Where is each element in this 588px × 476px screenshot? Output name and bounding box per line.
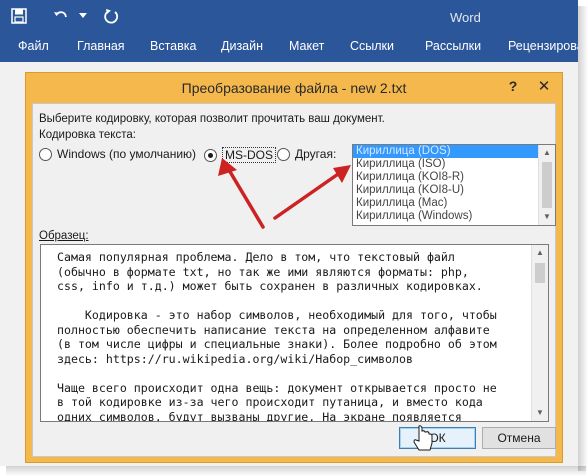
tab-review[interactable]: Рецензирова xyxy=(508,39,584,53)
word-ribbon: Word Файл Главная Вставка Дизайн Макет С… xyxy=(0,0,584,62)
radio-windows[interactable]: Windows (по умолчанию) xyxy=(39,147,196,161)
radio-other[interactable]: Другая: xyxy=(277,147,336,161)
scroll-up-icon[interactable]: ▲ xyxy=(532,245,548,261)
redo-icon[interactable] xyxy=(100,6,122,26)
sample-label: Образец: xyxy=(39,230,89,242)
sample-line xyxy=(57,366,527,381)
tab-insert[interactable]: Вставка xyxy=(150,39,196,53)
tab-design[interactable]: Дизайн xyxy=(221,39,263,53)
scroll-thumb[interactable] xyxy=(535,263,545,283)
dialog-body: Выберите кодировку, которая позволит про… xyxy=(32,103,556,457)
sample-preview[interactable]: Самая популярная проблема. Дело в том, ч… xyxy=(40,244,549,422)
help-button[interactable]: ? xyxy=(504,78,522,96)
sample-line: одних символов, будут вызваны другие. На… xyxy=(57,409,462,422)
radio-label: Другая: xyxy=(295,147,337,161)
sample-line: Кодировка - это набор символов, необходи… xyxy=(57,308,497,322)
app-title: Word xyxy=(450,10,481,25)
radio-label: Windows (по умолчанию) xyxy=(57,147,197,161)
screenshot-shadow-bottom xyxy=(6,466,586,476)
scroll-thumb[interactable] xyxy=(542,162,552,208)
cancel-button[interactable]: Отмена xyxy=(482,427,556,449)
sample-line: полностью обеспечить написание текста на… xyxy=(57,322,490,337)
sample-scrollbar[interactable]: ▲ ▼ xyxy=(531,245,548,421)
tab-mailings[interactable]: Рассылки xyxy=(425,39,481,53)
radio-button[interactable] xyxy=(277,147,290,161)
scroll-up-icon[interactable]: ▲ xyxy=(539,145,555,161)
sample-line: Самая популярная проблема. Дело в том, ч… xyxy=(57,250,455,264)
sample-line: здесь: https://ru.wikipedia.org/wiki/Наб… xyxy=(57,351,413,366)
tab-file[interactable]: Файл xyxy=(18,39,49,53)
encoding-listbox[interactable]: Кириллица (DOS) Кириллица (ISO) Кириллиц… xyxy=(352,144,556,226)
radio-button-checked[interactable] xyxy=(204,148,217,162)
sample-text: Самая популярная проблема. Дело в том, ч… xyxy=(57,250,527,422)
sample-label-text: Образец: xyxy=(39,230,89,242)
encoding-label: Кодировка текста: xyxy=(39,129,136,141)
scroll-down-icon[interactable]: ▼ xyxy=(532,405,548,421)
encoding-option[interactable]: Кириллица (ISO) xyxy=(353,158,555,171)
screenshot-shadow-right xyxy=(578,6,588,471)
encoding-option[interactable]: Кириллица (Mac) xyxy=(353,197,555,210)
instruction-text: Выберите кодировку, которая позволит про… xyxy=(39,113,385,125)
undo-icon[interactable] xyxy=(50,6,72,26)
sample-line: css, info и т.д.) может быть сохранен в … xyxy=(57,279,483,293)
tab-layout[interactable]: Макет xyxy=(289,39,324,53)
sample-line xyxy=(57,294,527,309)
file-conversion-dialog: Преобразование файла - new 2.txt ? ✕ Выб… xyxy=(25,72,563,463)
dialog-title: Преобразование файла - new 2.txt xyxy=(181,80,407,96)
dialog-titlebar[interactable]: Преобразование файла - new 2.txt ? ✕ xyxy=(26,73,562,103)
listbox-scrollbar[interactable]: ▲ ▼ xyxy=(538,145,555,225)
undo-dropdown-icon[interactable] xyxy=(78,6,88,26)
encoding-option[interactable]: Кириллица (Windows) xyxy=(353,210,555,223)
sample-line: (обычно в формате txt, но так же ими явл… xyxy=(57,264,469,279)
save-icon[interactable] xyxy=(8,6,30,26)
tab-home[interactable]: Главная xyxy=(77,39,125,53)
quick-access-toolbar xyxy=(8,6,122,26)
encoding-option[interactable]: Кириллица (KOI8-R) xyxy=(353,171,555,184)
encoding-option[interactable]: Кириллица (KOI8-U) xyxy=(353,184,555,197)
sample-line: Чаще всего происходит одна вещь: докумен… xyxy=(57,380,497,395)
scroll-down-icon[interactable]: ▼ xyxy=(539,209,555,225)
sample-line: (в том числе цифры и специальные знаки).… xyxy=(57,337,497,351)
radio-label: MS-DOS xyxy=(222,147,276,163)
radio-button[interactable] xyxy=(39,147,52,161)
radio-ms-dos[interactable]: MS-DOS xyxy=(204,147,276,163)
ok-button[interactable]: ОК xyxy=(399,427,476,449)
encoding-option[interactable]: Кириллица (DOS) xyxy=(353,145,555,158)
tab-references[interactable]: Ссылки xyxy=(350,39,394,53)
sample-line: в той кодировке из-за чего происходит пу… xyxy=(57,395,483,409)
close-button[interactable]: ✕ xyxy=(534,78,554,96)
